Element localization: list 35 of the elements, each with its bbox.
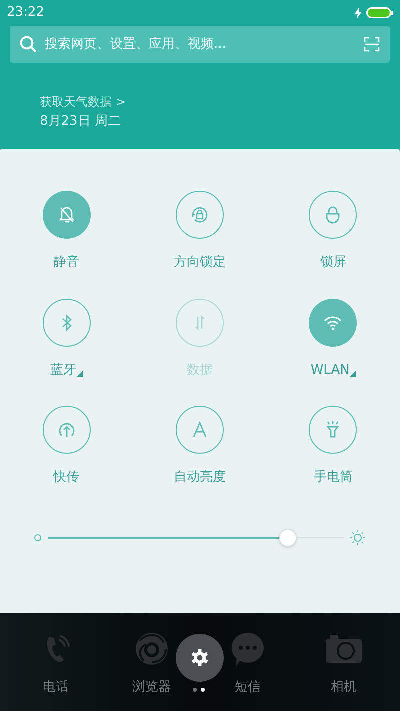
app-label: 短信 bbox=[235, 679, 261, 697]
slider-thumb[interactable] bbox=[278, 528, 297, 546]
settings-icon bbox=[191, 649, 209, 667]
toggle-button[interactable] bbox=[42, 191, 91, 239]
toggle-button[interactable] bbox=[309, 191, 358, 239]
date-text: 8月23日 周二 bbox=[40, 113, 121, 131]
dim-brightness-icon bbox=[34, 534, 42, 542]
toggle-button[interactable] bbox=[176, 191, 224, 239]
app-label: 电话 bbox=[43, 679, 69, 697]
toggle-button[interactable] bbox=[42, 298, 91, 346]
search-icon bbox=[20, 36, 37, 53]
toggle-label: 静音 bbox=[54, 254, 80, 272]
app-label: 浏览器 bbox=[132, 679, 172, 697]
toggle-label: 快传 bbox=[54, 469, 80, 487]
settings-button[interactable] bbox=[176, 634, 224, 682]
toggle-button[interactable] bbox=[176, 406, 224, 454]
toggle-button[interactable] bbox=[309, 406, 358, 454]
bright-sun-icon bbox=[350, 530, 366, 546]
toggle-label: 方向锁定 bbox=[174, 254, 226, 272]
toggle-label: 锁屏 bbox=[320, 254, 346, 272]
menu-corner-icon bbox=[350, 371, 356, 377]
toggle-button[interactable] bbox=[42, 406, 91, 454]
toggle-label: 自动亮度 bbox=[174, 469, 226, 487]
search-field[interactable]: 搜索网页、设置、应用、视频... bbox=[10, 26, 390, 63]
toggle-label: 手电筒 bbox=[314, 469, 353, 487]
menu-corner-icon bbox=[76, 371, 83, 377]
weather-link[interactable]: 获取天气数据 > bbox=[40, 93, 126, 111]
toggle-label: WLAN bbox=[310, 362, 350, 380]
toggle-label: 蓝牙 bbox=[50, 362, 77, 380]
app-label: 相机 bbox=[331, 679, 357, 697]
brightness-slider[interactable] bbox=[48, 528, 344, 548]
scan-icon[interactable] bbox=[364, 37, 380, 52]
battery-icon bbox=[366, 7, 393, 19]
toggle-label: 数据 bbox=[186, 362, 213, 380]
clock-time: 23:22 bbox=[7, 4, 44, 22]
